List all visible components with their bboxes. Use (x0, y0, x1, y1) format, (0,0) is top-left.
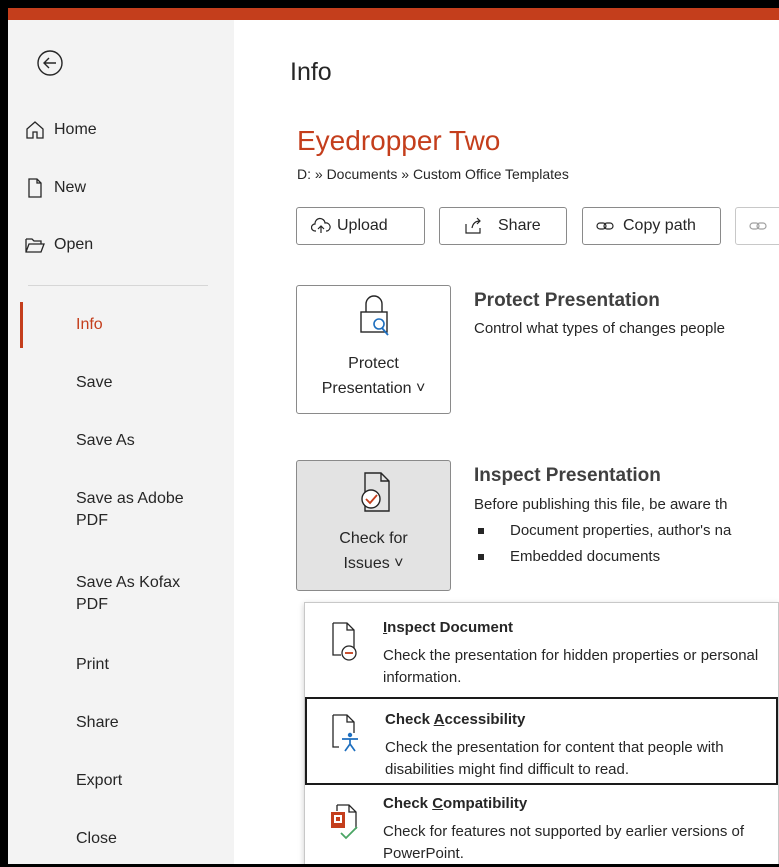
inspect-description: Before publishing this file, be aware th (474, 496, 728, 513)
sidebar-item-new[interactable]: New (8, 168, 234, 208)
protect-title: Protect Presentation (474, 290, 660, 311)
copy-path-label: Copy path (623, 217, 696, 234)
bullet-square (478, 528, 484, 534)
protect-button-line1: Protect (348, 355, 399, 372)
sidebar-item-save-as-kofax-pdf[interactable]: Save As Kofax PDF (76, 572, 206, 616)
sidebar-item-save-as[interactable]: Save As (76, 430, 226, 452)
folder-open-icon (25, 238, 45, 253)
menu-item-title: Check Compatibility (383, 795, 528, 812)
inspect-document-icon (332, 622, 357, 661)
bullet-square (478, 554, 484, 560)
menu-item-description: Check the presentation for hidden proper… (383, 647, 759, 686)
menu-item-check-compatibility[interactable]: Check Compatibility Check for features n… (305, 787, 778, 864)
inspect-title: Inspect Presentation (474, 465, 661, 486)
sidebar-item-save-as-adobe-pdf[interactable]: Save as Adobe PDF (76, 488, 206, 532)
info-pane: Info Eyedropper Two D: » Documents » Cus… (234, 20, 779, 864)
sidebar-item-open[interactable]: Open (8, 225, 234, 265)
sidebar-item-share[interactable]: Share (76, 712, 226, 734)
bullet-text: Document properties, author's na (510, 522, 732, 539)
sidebar-item-save[interactable]: Save (76, 372, 226, 394)
title-accent-bar (8, 8, 779, 20)
check-issues-line1: Check for (339, 530, 408, 547)
protect-description: Control what types of changes people (474, 320, 725, 337)
check-for-issues-button[interactable]: Check for Issues ˅ (296, 460, 451, 591)
share-label: Share (498, 217, 541, 234)
sidebar-item-export[interactable]: Export (76, 770, 226, 792)
sidebar-item-close[interactable]: Close (76, 828, 226, 850)
share-icon (465, 217, 481, 234)
home-icon (26, 121, 44, 139)
check-for-issues-menu: Inspect Document Check the presentation … (304, 602, 779, 864)
menu-item-description: Check for features not supported by earl… (383, 823, 745, 862)
share-button[interactable]: Share (439, 207, 567, 245)
sidebar-item-home[interactable]: Home (8, 110, 234, 150)
app-window: Home New Open Info Save Save As Save as … (8, 8, 779, 864)
protect-presentation-button[interactable]: Protect Presentation ˅ (296, 285, 451, 414)
sidebar-item-info[interactable]: Info (76, 314, 226, 336)
upload-button[interactable]: Upload (296, 207, 425, 245)
sidebar-item-label: Home (54, 121, 97, 138)
menu-item-title: Inspect Document (383, 619, 514, 636)
back-button[interactable] (35, 48, 65, 78)
sidebar-item-label: New (54, 179, 87, 196)
link-icon (749, 222, 767, 230)
new-document-icon (28, 178, 42, 198)
cloud-upload-icon (311, 217, 331, 233)
check-document-icon (361, 472, 390, 512)
copy-link-button[interactable] (735, 207, 779, 245)
compatibility-icon (331, 804, 358, 840)
accessibility-icon (332, 714, 358, 752)
sidebar-item-label: Open (54, 236, 94, 253)
back-arrow-icon (37, 50, 63, 76)
backstage-sidebar: Home New Open Info Save Save As Save as … (8, 20, 234, 864)
menu-item-description: Check the presentation for content that … (385, 739, 724, 778)
active-indicator (20, 302, 23, 348)
bullet-text: Embedded documents (510, 548, 661, 565)
lock-key-icon (360, 295, 389, 336)
menu-item-inspect-document[interactable]: Inspect Document Check the presentation … (305, 605, 778, 693)
upload-label: Upload (337, 217, 388, 234)
protect-button-line2: Presentation ˅ (321, 380, 426, 397)
breadcrumb: D: » Documents » Custom Office Templates (297, 166, 569, 182)
page-title: Info (290, 58, 332, 86)
link-icon (596, 222, 614, 230)
sidebar-item-print[interactable]: Print (76, 654, 226, 676)
menu-item-title: Check Accessibility (385, 711, 526, 728)
document-title: Eyedropper Two (297, 125, 501, 156)
check-issues-line2: Issues ˅ (343, 555, 404, 572)
sidebar-divider (28, 285, 208, 286)
menu-item-check-accessibility[interactable]: Check Accessibility Check the presentati… (305, 697, 778, 785)
copy-path-button[interactable]: Copy path (582, 207, 721, 245)
